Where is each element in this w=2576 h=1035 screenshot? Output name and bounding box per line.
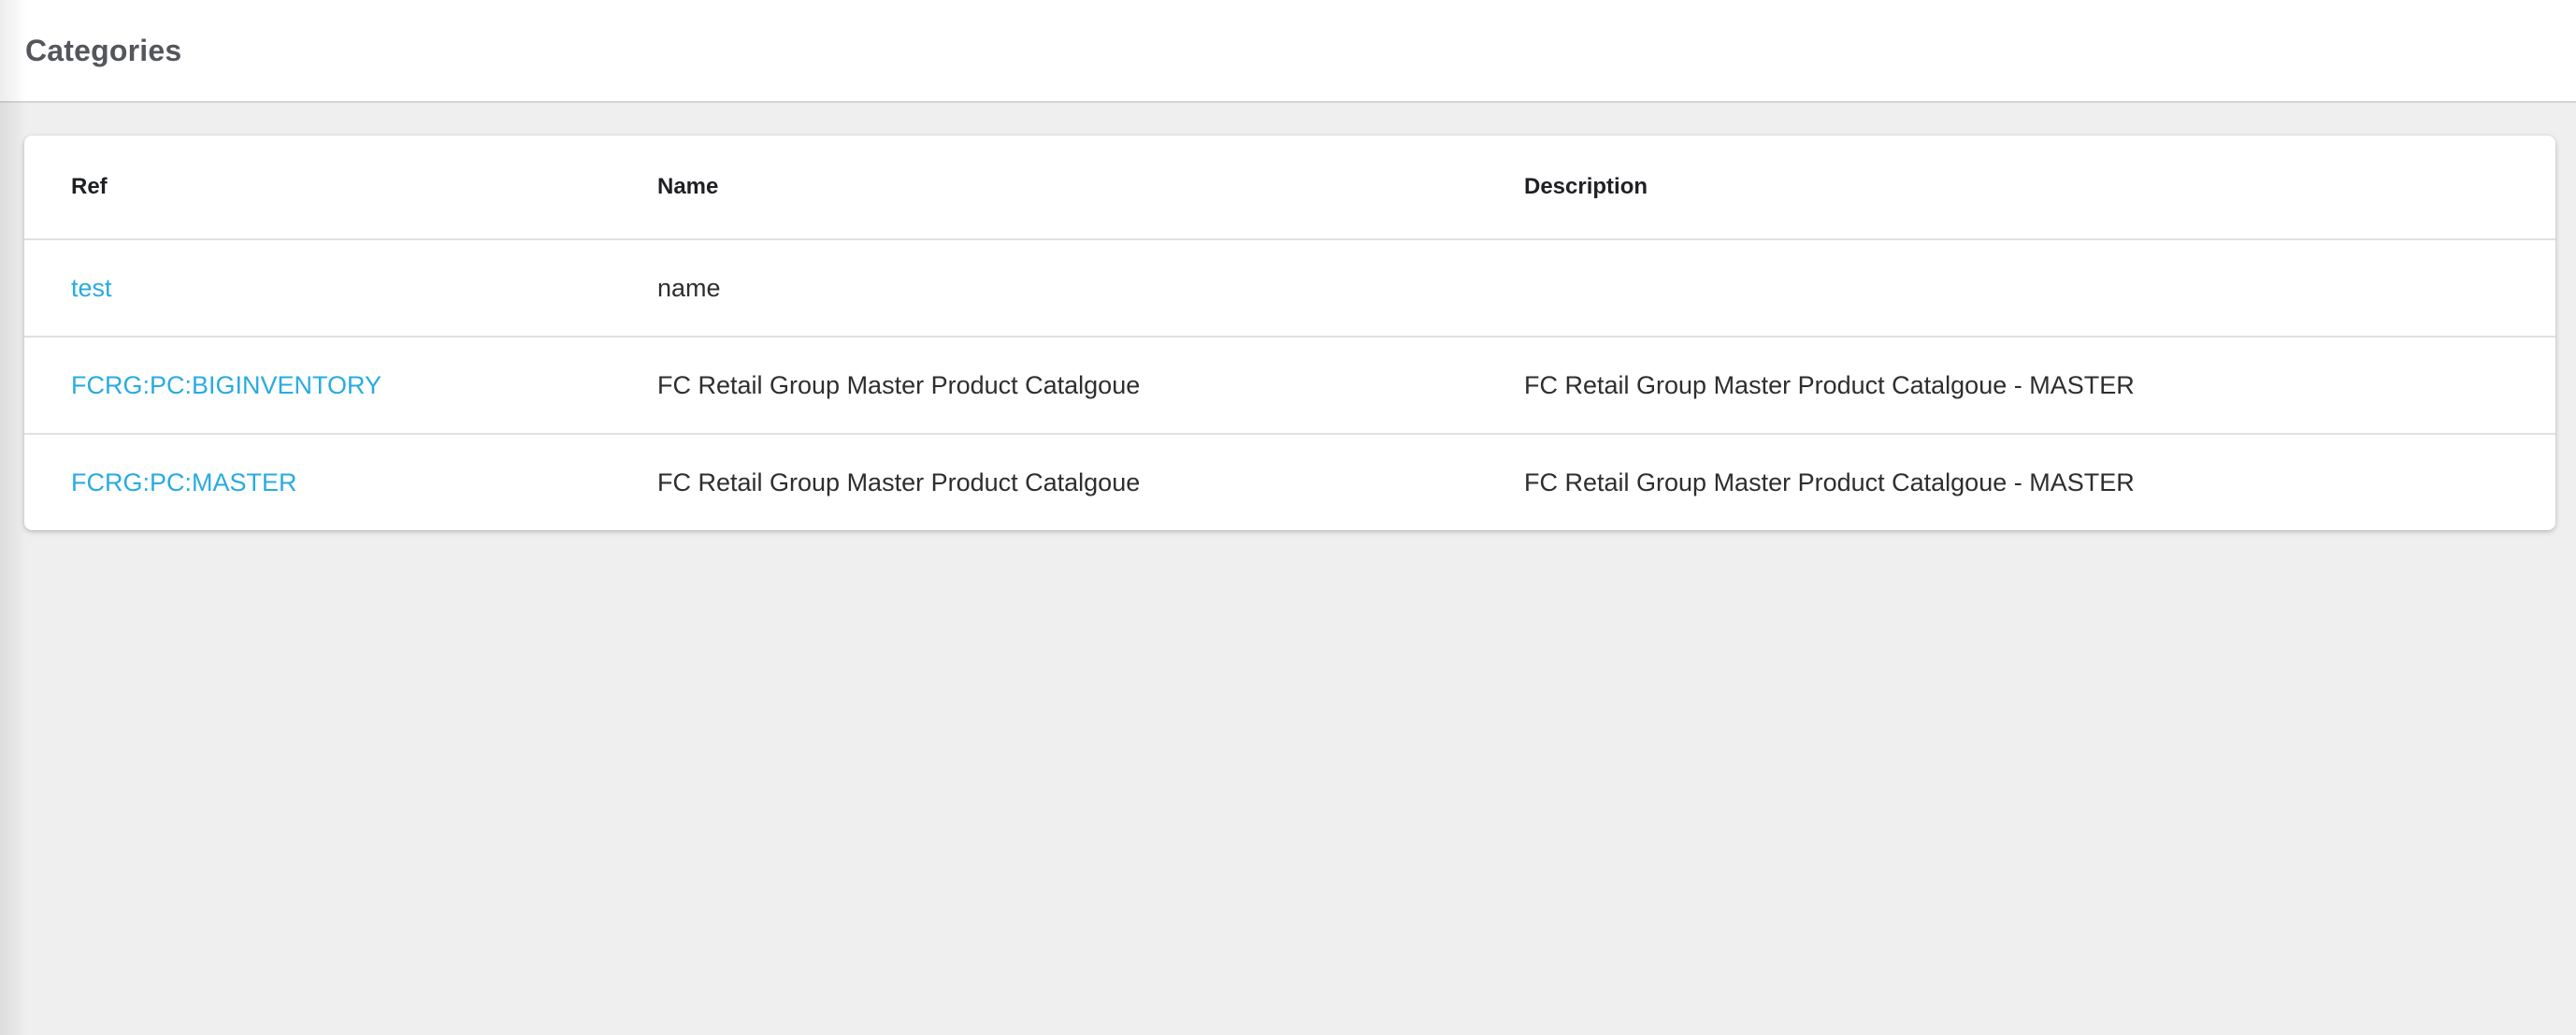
category-name-cell: FC Retail Group Master Product Catalgoue [657,371,1524,400]
categories-table: Ref Name Description test name FCRG:PC:B… [24,136,2555,530]
column-header-name: Name [657,174,1524,200]
page-title: Categories [25,34,181,68]
category-name-cell: name [657,274,1524,303]
category-description-cell: FC Retail Group Master Product Catalgoue… [1524,468,2555,497]
column-header-ref: Ref [71,174,657,200]
categories-card: Ref Name Description test name FCRG:PC:B… [24,136,2555,530]
category-ref-link[interactable]: FCRG:PC:MASTER [71,468,297,497]
column-header-description: Description [1524,174,2555,200]
page-header: Categories [0,0,2576,103]
table-row: FCRG:PC:BIGINVENTORY FC Retail Group Mas… [24,336,2555,433]
table-row: test name [24,238,2555,336]
category-name-cell: FC Retail Group Master Product Catalgoue [657,468,1524,497]
table-header-row: Ref Name Description [24,136,2555,238]
category-description-cell: FC Retail Group Master Product Catalgoue… [1524,371,2555,400]
category-ref-link[interactable]: test [71,274,112,303]
table-row: FCRG:PC:MASTER FC Retail Group Master Pr… [24,433,2555,530]
content-area: Ref Name Description test name FCRG:PC:B… [0,103,2576,1033]
category-ref-link[interactable]: FCRG:PC:BIGINVENTORY [71,371,381,400]
